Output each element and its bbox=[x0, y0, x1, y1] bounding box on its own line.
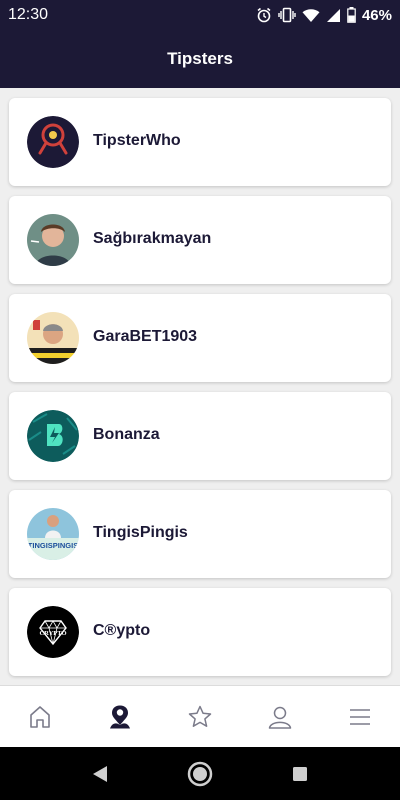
tipster-card[interactable]: Bonanza bbox=[9, 392, 391, 480]
wifi-icon bbox=[302, 8, 320, 23]
back-button[interactable] bbox=[85, 759, 115, 789]
tipster-name: GaraBET1903 bbox=[93, 328, 198, 345]
status-bar: 12:30 46% bbox=[0, 0, 400, 30]
bonanza-avatar bbox=[27, 410, 79, 462]
status-time: 12:30 bbox=[8, 6, 49, 23]
tipster-name: TingisPingis bbox=[93, 524, 188, 541]
profile-icon bbox=[268, 706, 292, 729]
person-avatar bbox=[27, 214, 79, 266]
alarm-icon bbox=[256, 7, 272, 23]
menu-icon bbox=[350, 709, 370, 725]
tipster-name: C®ypto bbox=[93, 622, 151, 639]
tipster-card[interactable]: TINGISPINGIS TingisPingis bbox=[9, 490, 391, 578]
tipster-card[interactable]: Sağbırakmayan bbox=[9, 196, 391, 284]
tipsters-icon bbox=[110, 705, 130, 729]
nav-favorites[interactable] bbox=[160, 686, 240, 748]
tingispingis-avatar: TINGISPINGIS bbox=[27, 508, 79, 560]
person-avatar bbox=[27, 312, 79, 364]
tipster-card[interactable]: TipsterWho bbox=[9, 98, 391, 186]
system-nav-bar bbox=[0, 747, 400, 800]
home-circle-icon bbox=[187, 761, 213, 787]
page-title: Tipsters bbox=[167, 49, 233, 68]
nav-menu[interactable] bbox=[320, 686, 400, 748]
crypto-avatar: CRYPTO bbox=[27, 606, 79, 658]
battery-icon bbox=[347, 7, 356, 23]
tipster-name: TipsterWho bbox=[93, 132, 181, 149]
recents-icon bbox=[293, 767, 307, 781]
tipster-name: Sağbırakmayan bbox=[93, 230, 212, 247]
tipster-list[interactable]: TipsterWho Sağbırakmayan GaraBET1903 Bon… bbox=[0, 88, 400, 685]
nav-home[interactable] bbox=[0, 686, 80, 748]
star-icon bbox=[188, 705, 212, 727]
back-icon bbox=[93, 766, 107, 782]
bottom-nav bbox=[0, 685, 400, 747]
recents-button[interactable] bbox=[285, 759, 315, 789]
nav-tipsters[interactable] bbox=[80, 686, 160, 748]
app-header: Tipsters bbox=[0, 30, 400, 88]
crypto-logo-text: CRYPTO bbox=[39, 630, 66, 637]
signal-icon bbox=[326, 8, 341, 23]
tipster-name: Bonanza bbox=[93, 426, 160, 443]
status-icons: 46% bbox=[256, 5, 392, 25]
nav-profile[interactable] bbox=[240, 686, 320, 748]
battery-level: 46% bbox=[361, 6, 392, 24]
home-icon bbox=[30, 706, 50, 728]
tipster-card[interactable]: CRYPTO C®ypto bbox=[9, 588, 391, 676]
tipster-card[interactable]: GaraBET1903 bbox=[9, 294, 391, 382]
home-system-button[interactable] bbox=[185, 759, 215, 789]
vibrate-icon bbox=[278, 7, 296, 23]
tipsterwho-avatar bbox=[27, 116, 79, 168]
tingispingis-logo-text: TINGISPINGIS bbox=[28, 541, 78, 550]
